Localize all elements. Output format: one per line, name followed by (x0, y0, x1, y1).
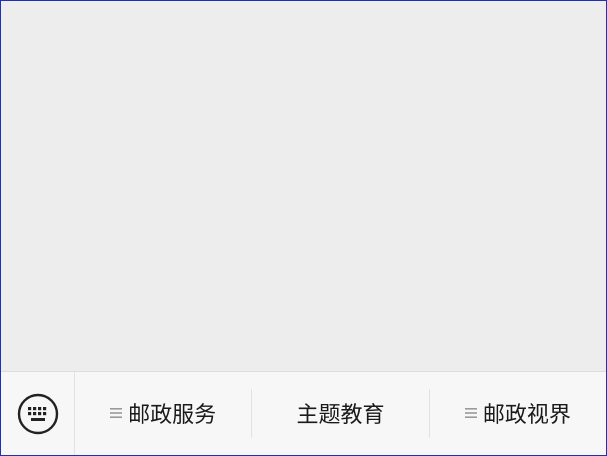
chat-window: 邮政服务 主题教育 邮政视界 (0, 0, 607, 456)
menu-item-postal-services[interactable]: 邮政服务 (75, 389, 251, 439)
keyboard-toggle-button[interactable] (1, 372, 75, 455)
menu-item-label: 邮政视界 (482, 403, 571, 429)
menu-lines-icon (464, 408, 477, 419)
menu-item-theme-education[interactable]: 主题教育 (251, 388, 428, 439)
keyboard-icon (17, 393, 58, 434)
menu-item-label: 邮政服务 (128, 403, 217, 429)
bottom-menu-bar: 邮政服务 主题教育 邮政视界 (1, 371, 606, 455)
menu-item-label: 主题教育 (296, 403, 385, 429)
menu-lines-icon (110, 408, 123, 419)
chat-content-area (1, 1, 606, 372)
menu-item-postal-vision[interactable]: 邮政视界 (428, 388, 606, 439)
